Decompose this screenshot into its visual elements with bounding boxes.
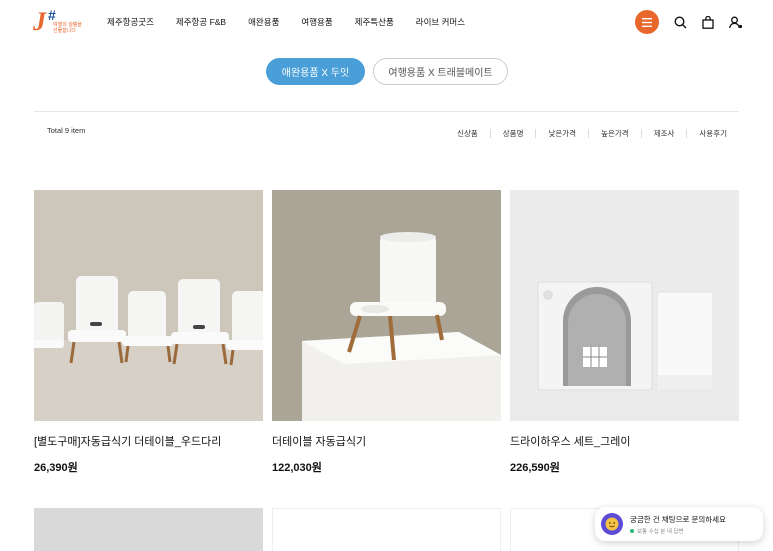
sort-separator: [489, 129, 491, 138]
online-dot-icon: [630, 529, 634, 534]
menu-icon[interactable]: [635, 10, 659, 34]
nav-item-live[interactable]: 라이브 커머스: [416, 16, 465, 28]
product-image[interactable]: [510, 190, 739, 421]
product-card[interactable]: 드라이하우스 세트_그레이 226,590원: [510, 190, 739, 475]
category-filters: 애완용품 X 두잇 여행용품 X 트래블메이트: [266, 58, 508, 85]
product-image[interactable]: [272, 190, 501, 421]
nav-item-fnb[interactable]: 제주항공 F&B: [176, 16, 226, 28]
sort-separator: [686, 129, 688, 138]
search-icon[interactable]: [673, 15, 687, 29]
sort-high-price[interactable]: 높은가격: [601, 128, 629, 139]
sort-separator: [588, 129, 590, 138]
sort-maker[interactable]: 제조사: [654, 128, 675, 139]
product-card[interactable]: [별도구매]자동급식기 더테이블_우드다리 26,390원: [34, 190, 263, 475]
logo-mark: J: [33, 7, 46, 36]
chat-title: 궁금한 건 채팅으로 문의하세요: [630, 514, 726, 524]
main-nav: 제주항공굿즈 제주항공 F&B 애완용품 여행용품 제주특산품 라이브 커머스: [107, 16, 487, 28]
shopping-bag-icon[interactable]: [701, 15, 715, 29]
product-price: 122,030원: [272, 462, 322, 474]
product-price: 26,390원: [34, 462, 78, 474]
site-header: J # 여행의 설렘을 선물합니다 제주항공굿즈 제주항공 F&B 애완용품 여…: [0, 0, 773, 44]
chat-status-text: 보통 수십 분 내 답변: [637, 528, 684, 535]
nav-item-specialty[interactable]: 제주특산품: [355, 16, 394, 28]
header-actions: [635, 10, 743, 34]
product-price: 226,590원: [510, 462, 560, 474]
product-name[interactable]: 더테이블 자동급식기: [272, 433, 501, 449]
sort-options: 신상품 상품명 낮은가격 높은가격 제조사 사용후기: [457, 128, 727, 139]
chat-widget[interactable]: 궁금한 건 채팅으로 문의하세요 보통 수십 분 내 답변: [595, 507, 763, 541]
product-name[interactable]: 드라이하우스 세트_그레이: [510, 433, 739, 449]
logo[interactable]: J # 여행의 설렘을 선물합니다: [33, 7, 82, 37]
total-count: Total 9 item: [47, 126, 86, 135]
chat-avatar-icon: [601, 513, 623, 535]
sort-reviews[interactable]: 사용후기: [699, 128, 727, 139]
chat-status: 보통 수십 분 내 답변: [630, 527, 726, 535]
product-card[interactable]: 더테이블 자동급식기 122,030원: [272, 190, 501, 475]
filter-travel-travelmate[interactable]: 여행용품 X 트래블메이트: [373, 58, 508, 85]
product-image[interactable]: [272, 508, 501, 551]
sort-low-price[interactable]: 낮은가격: [548, 128, 576, 139]
sort-new[interactable]: 신상품: [457, 128, 478, 139]
sort-separator: [535, 129, 537, 138]
filter-pet-doit[interactable]: 애완용품 X 두잇: [266, 58, 365, 85]
divider: [34, 111, 739, 112]
nav-item-travel[interactable]: 여행용품: [301, 16, 332, 28]
sort-name[interactable]: 상품명: [503, 128, 524, 139]
product-name[interactable]: [별도구매]자동급식기 더테이블_우드다리: [34, 433, 263, 449]
product-image[interactable]: [34, 508, 263, 551]
sort-separator: [640, 129, 642, 138]
logo-hash: #: [48, 7, 56, 23]
logo-tagline: 여행의 설렘을 선물합니다: [53, 22, 82, 34]
product-image[interactable]: [34, 190, 263, 421]
nav-item-goods[interactable]: 제주항공굿즈: [107, 16, 154, 28]
user-icon[interactable]: [729, 15, 743, 29]
nav-item-pet[interactable]: 애완용품: [248, 16, 279, 28]
